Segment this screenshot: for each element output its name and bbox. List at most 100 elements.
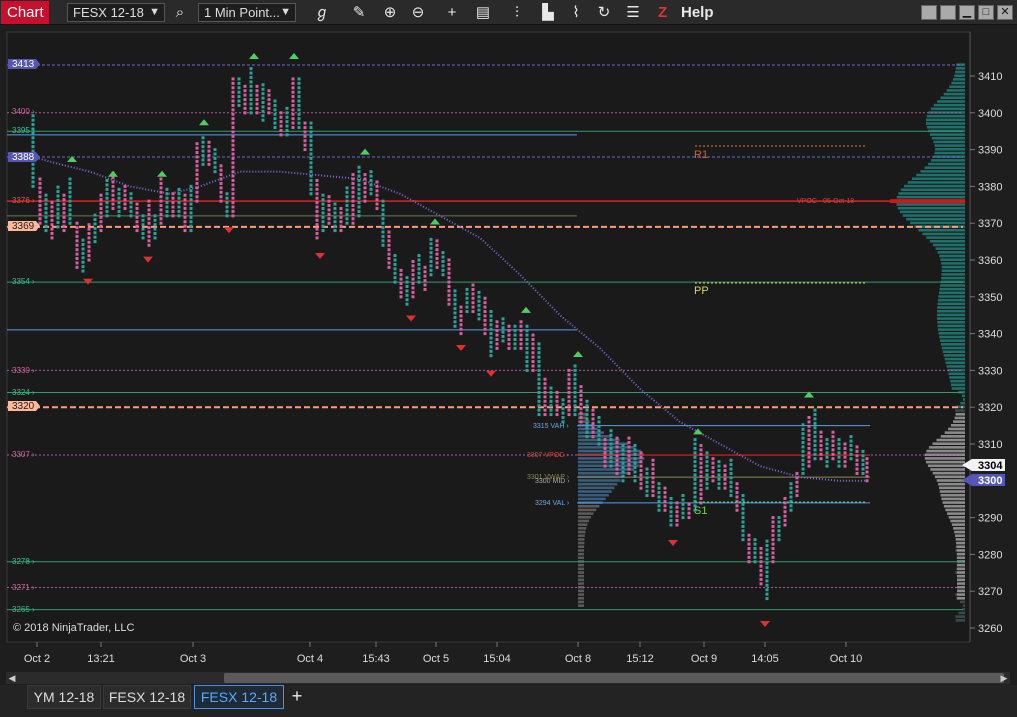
pf-box — [687, 516, 691, 520]
pf-box — [56, 194, 60, 198]
pf-box — [315, 179, 319, 183]
pf-box — [171, 201, 175, 205]
instrument-selector[interactable]: FESX 12-18 ▼ — [67, 3, 165, 22]
pf-box — [393, 258, 397, 262]
pf-box — [189, 198, 193, 202]
pf-box — [699, 461, 703, 465]
pf-box — [62, 224, 66, 228]
session-profile-bar — [578, 449, 641, 453]
pf-box — [159, 221, 163, 225]
tab-fesx-12-18-active[interactable]: FESX 12-18 — [194, 685, 284, 709]
pf-box — [195, 199, 199, 203]
search-icon[interactable]: ⌕ — [169, 2, 191, 23]
pf-box — [831, 430, 835, 434]
strategies-icon[interactable]: ▙ — [537, 2, 559, 23]
pf-box — [693, 451, 697, 455]
pf-box — [795, 494, 799, 498]
pf-box — [663, 491, 667, 495]
pf-box — [62, 220, 66, 224]
pf-box — [393, 262, 397, 266]
pf-box — [471, 296, 475, 300]
refresh-icon[interactable]: ↻ — [593, 2, 615, 23]
window-tile2-icon[interactable] — [940, 5, 956, 20]
pf-box — [405, 284, 409, 288]
pf-box — [561, 416, 565, 420]
tab-ym-12-18[interactable]: YM 12-18 — [27, 685, 101, 709]
pf-box — [75, 234, 79, 238]
minimize-button[interactable]: ▁ — [959, 5, 975, 20]
scroll-left-icon[interactable]: ◀ — [6, 672, 18, 684]
pf-box — [183, 224, 187, 228]
window-tile-icon[interactable] — [921, 5, 937, 20]
pf-box — [813, 452, 817, 456]
pf-box — [711, 466, 715, 470]
o-column — [831, 430, 835, 461]
scroll-right-icon[interactable]: ▶ — [998, 672, 1010, 684]
pf-box — [195, 195, 199, 199]
crosshair-icon[interactable]: + — [441, 2, 463, 23]
pf-box — [735, 491, 739, 495]
price-chart[interactable]: 3413 3388 3369 3320 3400 › 3395 › 3376 ›… — [0, 25, 1017, 672]
pf-box — [417, 280, 421, 284]
pf-box — [633, 474, 637, 478]
pf-box — [633, 466, 637, 470]
o-column — [495, 320, 499, 350]
current-profile-bar — [956, 596, 965, 600]
pf-box — [291, 112, 295, 116]
time-tick-label: Oct 8 — [565, 653, 591, 665]
pf-box — [291, 126, 295, 130]
pf-box — [219, 164, 223, 168]
data-box-icon[interactable]: ▤ — [472, 2, 494, 23]
x-column — [333, 202, 337, 233]
properties-list-icon[interactable]: ☰ — [622, 2, 644, 23]
profile-bar — [911, 177, 965, 181]
pf-box — [393, 254, 397, 258]
pf-box — [183, 215, 187, 219]
horizontal-scrollbar[interactable]: ◀ ▶ — [6, 672, 1010, 684]
pf-box — [639, 451, 643, 455]
level-3324-label: 3324 › — [12, 388, 35, 397]
maximize-button[interactable]: □ — [978, 5, 994, 20]
help-z-icon[interactable]: Z — [658, 2, 667, 23]
bar-style-icon[interactable]: ⫶ — [506, 2, 528, 23]
add-tab-button[interactable]: + — [287, 685, 307, 709]
pf-box — [231, 139, 235, 143]
zoom-out-icon[interactable]: ⊖ — [407, 2, 429, 23]
o-column — [819, 430, 823, 461]
line-tool-icon[interactable]: ⌇ — [565, 2, 587, 23]
zoom-in-icon[interactable]: ⊕ — [379, 2, 401, 23]
pf-box — [699, 457, 703, 461]
vah-label: 3315 VAH › — [533, 423, 569, 430]
tag-3320-label: 3320 — [12, 401, 35, 412]
x-column — [705, 451, 709, 490]
pf-box — [717, 477, 721, 481]
pf-box — [447, 284, 451, 288]
pf-box — [291, 86, 295, 90]
help-button[interactable]: Help — [681, 2, 714, 23]
pf-box — [777, 520, 781, 524]
drawing-pencil-icon[interactable]: ✎ — [348, 2, 370, 23]
session-profile-bar — [578, 486, 615, 490]
pf-box — [38, 190, 42, 194]
pf-box — [747, 551, 751, 555]
current-profile-bar — [956, 571, 965, 574]
pf-box — [231, 81, 235, 85]
pf-box — [387, 230, 391, 234]
pf-box — [639, 464, 643, 468]
close-button[interactable]: ✕ — [997, 5, 1013, 20]
pf-box — [771, 547, 775, 551]
scroll-thumb[interactable] — [224, 673, 1004, 683]
tab-fesx-12-18[interactable]: FESX 12-18 — [103, 685, 191, 709]
pf-box — [231, 214, 235, 218]
pf-box — [567, 408, 571, 412]
pf-box — [645, 485, 649, 489]
price-axis: 3410340033903380337033603350334033303320… — [969, 32, 1002, 642]
chart-panel[interactable]: 3413 3388 3369 3320 3400 › 3395 › 3376 ›… — [0, 25, 1017, 685]
interval-selector[interactable]: 1 Min Point... ▼ — [198, 3, 296, 22]
current-profile-bar — [956, 574, 965, 578]
pf-box — [699, 479, 703, 483]
indicators-icon[interactable]: ℊ — [311, 2, 333, 23]
session-profile-bar — [578, 519, 589, 523]
pf-box — [681, 507, 685, 511]
profile-bar — [902, 214, 965, 217]
